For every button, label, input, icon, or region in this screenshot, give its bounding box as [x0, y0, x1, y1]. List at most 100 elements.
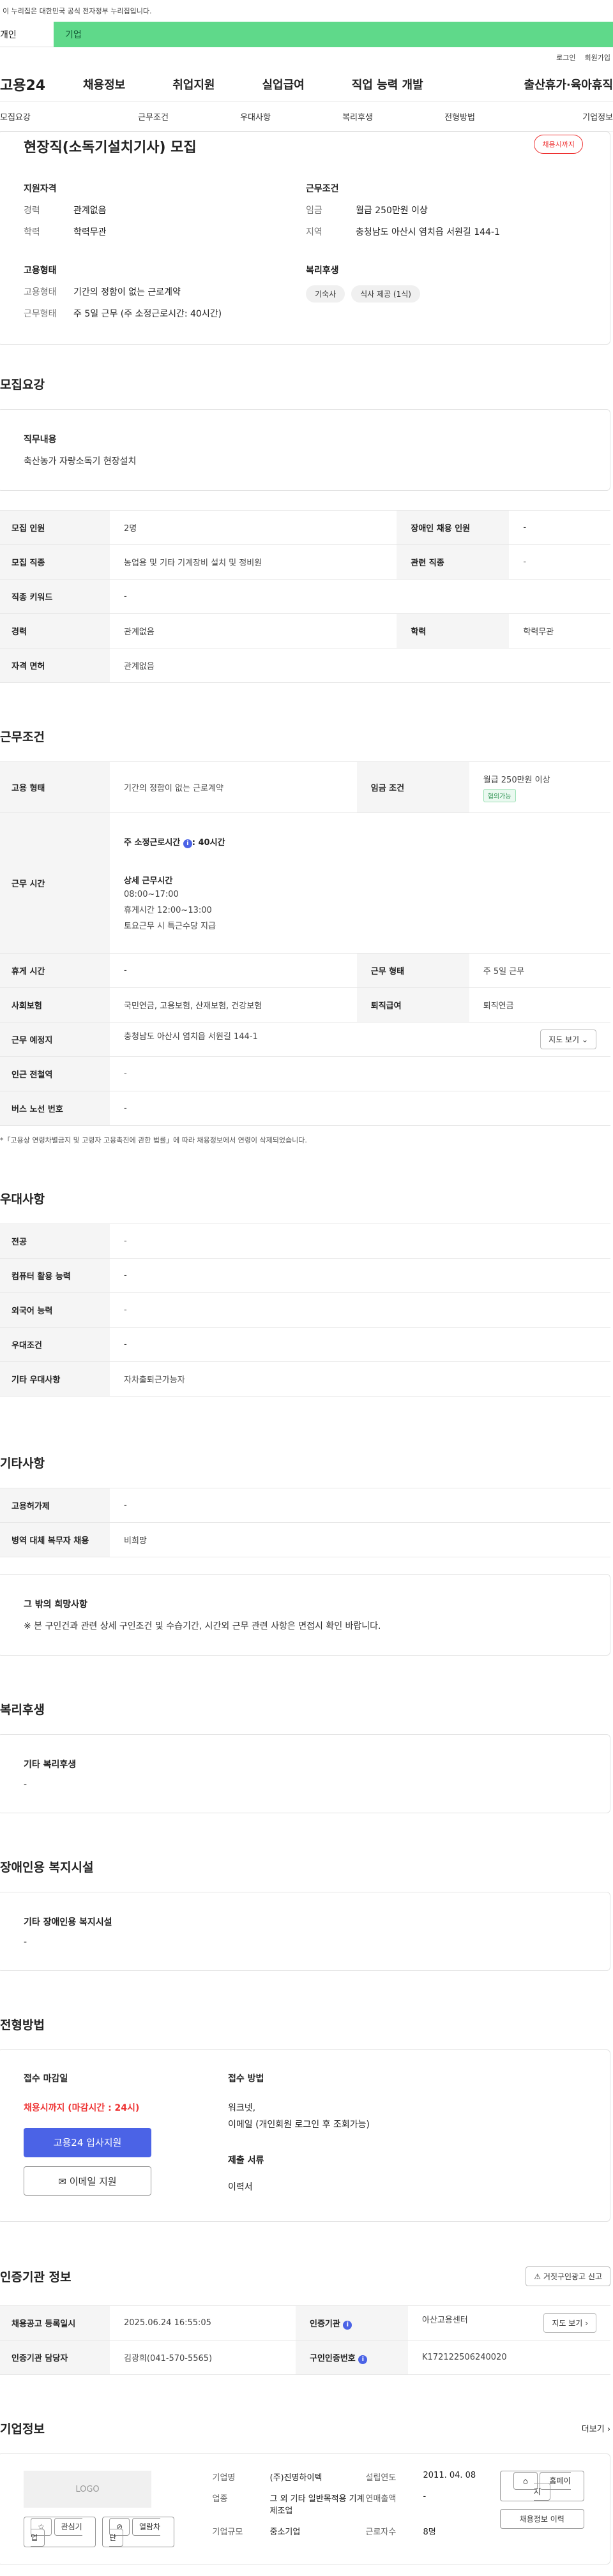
kv-key: 경력	[24, 206, 40, 216]
table-row: 컴퓨터 활용 능력 -	[0, 1258, 610, 1293]
etc-message-title: 그 밖의 희망사항	[24, 1599, 87, 1610]
subnav-work[interactable]: 근무조건	[102, 110, 204, 123]
th: 직종 키워드	[0, 579, 110, 614]
age-note: *「고용상 연령차별금지 및 고령자 고용촉진에 관한 법률」에 따라 채용정보…	[0, 1136, 307, 1144]
subnav-welfare[interactable]: 복리후생	[306, 110, 409, 123]
company-more-link[interactable]: 더보기 ›	[582, 2422, 610, 2434]
summary-row: 근무형태 주 5일 근무 (주 소정근로시간: 40시간)	[24, 307, 306, 320]
tab-personal[interactable]: 개인	[0, 22, 54, 47]
td: -	[110, 1488, 610, 1523]
summary-row: 지역 충청남도 아산시 염치읍 서원길 144-1	[306, 225, 588, 238]
recruit-table: 모집 인원 2명 장애인 채용 인원 - 모집 직종 농업용 및 기타 기계장비 설치 …	[0, 510, 610, 683]
table-row: 기타 우대사항 자차출퇴근가능자	[0, 1361, 610, 1397]
login-link[interactable]: 로그인	[556, 52, 575, 68]
table-row: 자격 면허 관계없음	[0, 648, 610, 683]
td: 2명	[110, 510, 397, 545]
wage-cell: 월급 250만원 이상 협의가능	[469, 761, 610, 813]
company-more-label: 더보기	[581, 2425, 605, 2434]
td: -	[110, 1258, 610, 1293]
block-view-button[interactable]: ⊘ 열람차단	[102, 2517, 174, 2547]
map-button[interactable]: 지도 보기 ⌄	[540, 1030, 596, 1049]
emp-title: 고용형태	[24, 266, 57, 276]
table-row: 휴게 시간 - 근무 형태 주 5일 근무	[0, 953, 610, 988]
tab-company[interactable]: 기업	[54, 22, 613, 47]
subnav-recruit[interactable]: 모집요강	[0, 110, 102, 123]
work-title: 근무조건	[306, 184, 339, 194]
nav-unemployment-benefit[interactable]: 실업급여	[262, 76, 305, 93]
kv-key: 기업명	[212, 2473, 236, 2483]
kv-value: 8명	[423, 2527, 436, 2537]
method-line: 이메일 (개인회원 로그인 후 조회가능)	[228, 2120, 370, 2130]
table-row: 전공 -	[0, 1224, 610, 1259]
kv-value: 중소기업	[269, 2527, 301, 2537]
kv-key: 연매출액	[365, 2494, 397, 2504]
td: 관계없음	[110, 613, 397, 648]
th: 외국어 능력	[0, 1292, 110, 1328]
homepage-label: 홈페이지	[533, 2472, 571, 2501]
hours-main: 주 소정근로시간 i: 40시간	[124, 835, 596, 848]
process-section-title: 전형방법	[0, 2018, 45, 2032]
welfare-chip: 식사 제공 (1식)	[351, 285, 420, 303]
negotiable-tag: 협의가능	[483, 788, 516, 802]
subnav-company[interactable]: 기업정보	[511, 110, 613, 123]
th: 경력	[0, 613, 110, 648]
th: 근무 형태	[356, 953, 469, 988]
td: 국민연금, 고용보험, 산재보험, 건강보험	[110, 987, 357, 1022]
subnav-pref[interactable]: 우대사항	[204, 110, 306, 123]
welfare-section-title: 복리후생	[0, 1703, 45, 1717]
signup-link[interactable]: 회원가입	[585, 52, 610, 68]
deadline-badge: 채용시까지	[534, 135, 583, 154]
info-icon[interactable]: i	[358, 2355, 368, 2364]
nav-parental-leave[interactable]: 출산휴가·육아휴직	[524, 76, 613, 93]
table-row: 사회보험 국민연금, 고용보험, 산재보험, 건강보험 퇴직급여 퇴직연금	[0, 987, 610, 1022]
hours-detail-title: 상세 근무시간	[124, 876, 173, 886]
etc-message-card: 그 밖의 희망사항 ※ 본 구인건과 관련 상세 구인조건 및 수습기간, 시간…	[0, 1574, 610, 1656]
table-row: 모집 인원 2명 장애인 채용 인원 -	[0, 510, 610, 545]
recruit-section-title: 모집요강	[0, 378, 45, 392]
company-logo-buttons: ☆ 관심기업 ⊘ 열람차단	[24, 2517, 174, 2547]
th: 관련 직종	[397, 544, 510, 580]
etc-section-title: 기타사항	[0, 1456, 45, 1471]
kv-value: (주)진명하이텍	[269, 2473, 322, 2483]
cert-agency-label: 인증기관	[310, 2319, 340, 2329]
agency-map-button[interactable]: 지도 보기 ›	[543, 2313, 596, 2333]
job-history-button[interactable]: 채용정보 이력	[499, 2509, 584, 2529]
nav-employment-support[interactable]: 취업지원	[172, 76, 215, 93]
report-button[interactable]: ⚠ 거짓구인광고 신고	[526, 2266, 610, 2286]
cert-section-title: 인증기관 정보	[0, 2270, 72, 2284]
email-apply-label: 이메일 지원	[69, 2176, 117, 2187]
site-logo[interactable]: 고용24	[0, 74, 83, 94]
summary-grid: 지원자격 경력 관계없음 학력 학력무관 고용형태 고용형태 기간의 정함이 없는 근…	[24, 182, 588, 329]
welfare-sub: 기타 복리후생	[24, 1760, 77, 1770]
nav-job-training[interactable]: 직업 능력 개발	[352, 76, 423, 93]
th: 인증기관 담당자	[0, 2340, 110, 2375]
th: 사회보험	[0, 987, 110, 1022]
td: -	[110, 1292, 610, 1328]
th: 모집 인원	[0, 510, 110, 545]
welfare-chips: 기숙사 식사 제공 (1식)	[306, 285, 588, 303]
td: -	[110, 1056, 610, 1091]
td: 김광희(041-570-5565)	[110, 2340, 296, 2375]
kv-key: 임금	[306, 206, 322, 216]
user-type-tabs: 개인 기업	[0, 22, 613, 47]
apply-button[interactable]: 고용24 입사지원	[24, 2128, 151, 2157]
pref-table: 전공 - 컴퓨터 활용 능력 - 외국어 능력 - 우대조건 - 기타 우대사항 자차출퇴…	[0, 1224, 610, 1397]
homepage-button[interactable]: ⌂ 홈페이지	[499, 2471, 584, 2501]
td: 자차출퇴근가능자	[110, 1361, 610, 1397]
subnav-process[interactable]: 전형방법	[409, 110, 511, 123]
global-nav: 고용24 채용정보 취업지원 실업급여 직업 능력 개발 출산휴가·육아휴직	[0, 68, 613, 101]
deadline-column: 접수 마감일 채용시까지 (마감시간 : 24시) 고용24 입사지원 ✉ 이메…	[24, 2072, 202, 2196]
td: -	[110, 1327, 610, 1362]
email-apply-button[interactable]: ✉ 이메일 지원	[24, 2166, 151, 2196]
job-title: 현장직(소독기설치기사) 모집	[24, 140, 197, 156]
kv-value: 주 5일 근무 (주 소정근로시간: 40시간)	[73, 309, 222, 319]
th: 구인인증번호 i	[296, 2340, 408, 2375]
th: 퇴직급여	[356, 987, 469, 1022]
nav-job-info[interactable]: 채용정보	[83, 76, 125, 93]
kv-key: 설립연도	[365, 2473, 397, 2483]
info-icon[interactable]: i	[343, 2320, 352, 2330]
favorite-company-button[interactable]: ☆ 관심기업	[24, 2517, 96, 2547]
th: 자격 면허	[0, 648, 110, 683]
kv-key: 근로자수	[365, 2527, 397, 2537]
info-icon[interactable]: i	[183, 839, 192, 848]
